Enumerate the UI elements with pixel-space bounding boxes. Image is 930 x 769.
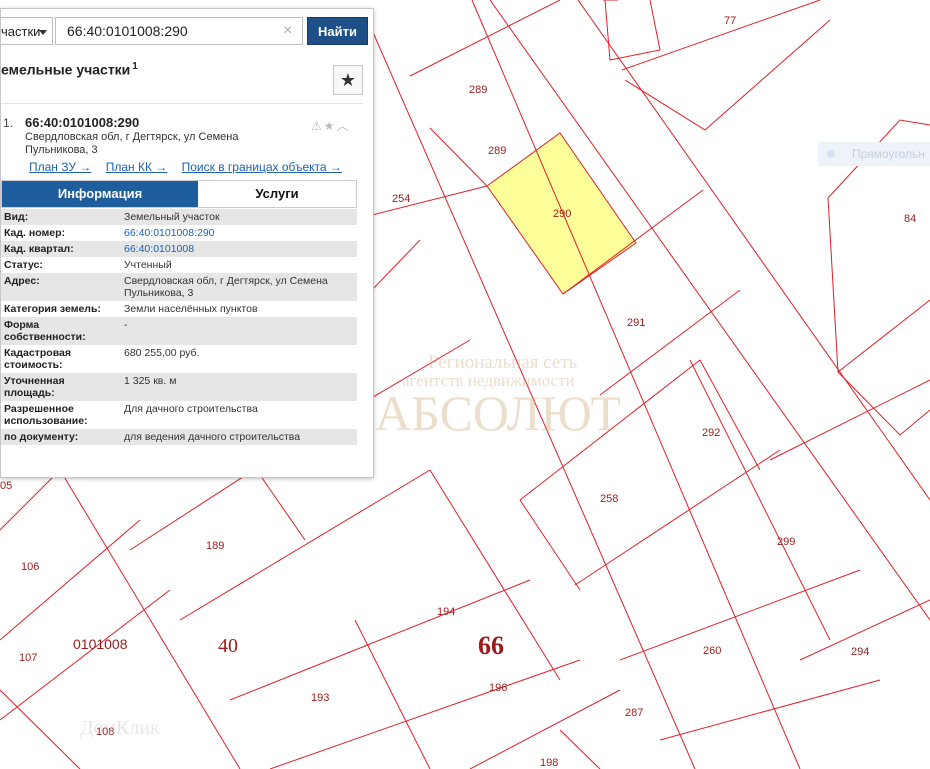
- info-row: Кад. номер: 66:40:0101008:290: [1, 225, 357, 241]
- plot-label-196: 196: [489, 682, 507, 694]
- info-row: Адрес: Свердловская обл, г Дегтярск, ул С…: [1, 273, 357, 301]
- category-select[interactable]: частки: [1, 17, 53, 45]
- info-row: Кадастровая стоимость: 680 255,00 руб.: [1, 345, 357, 373]
- quarter-label: 0101008: [73, 636, 128, 652]
- plot-label-294: 294: [851, 646, 869, 658]
- info-row: по документу: для ведения дачного строите…: [1, 429, 357, 445]
- results-title-text: емельные участки: [1, 61, 131, 78]
- watermark-line1: Региональная сеть: [428, 352, 578, 373]
- plot-label-198: 198: [540, 757, 558, 769]
- info-key: Форма собственности:: [1, 317, 121, 345]
- star-icon: ★: [339, 70, 357, 90]
- info-key: Адрес:: [1, 273, 121, 301]
- info-key: по документу:: [1, 429, 121, 445]
- info-key: Категория земель:: [1, 301, 121, 317]
- info-key: Кад. квартал:: [1, 241, 121, 257]
- cadastral-search-input[interactable]: [55, 17, 303, 45]
- info-key: Кад. номер:: [1, 225, 121, 241]
- tab-services[interactable]: Услуги: [198, 181, 356, 207]
- tab-information[interactable]: Информация: [2, 181, 198, 207]
- info-row: Кад. квартал: 66:40:0101008: [1, 241, 357, 257]
- plot-label-107: 107: [19, 652, 37, 664]
- info-row: Вид: Земельный участок: [1, 209, 357, 225]
- plot-label-189: 189: [206, 540, 224, 552]
- result-controls: ⚠★︿: [311, 117, 351, 134]
- plot-label-254: 254: [392, 193, 410, 205]
- plot-label-84: 84: [904, 213, 916, 225]
- info-key: Статус:: [1, 257, 121, 273]
- info-row: Форма собственности: -: [1, 317, 357, 345]
- star-outline-icon[interactable]: ★: [324, 119, 337, 133]
- favorites-button[interactable]: ★: [333, 65, 363, 95]
- plot-label-292: 292: [702, 427, 720, 439]
- plot-label-258: 258: [600, 493, 618, 505]
- info-value: Земли населённых пунктов: [121, 301, 357, 317]
- chevron-up-icon[interactable]: ︿: [337, 119, 351, 133]
- result-address: Свердловская обл, г Дегтярск, ул Семена …: [25, 131, 239, 156]
- plot-label-290: 290: [553, 208, 571, 220]
- info-value: 1 325 кв. м: [121, 373, 357, 401]
- info-tabs: Информация Услуги: [1, 180, 357, 208]
- legend-fragment: Прямоугольн: [818, 142, 930, 166]
- find-button[interactable]: Найти: [307, 17, 368, 45]
- info-value: Свердловская обл, г Дегтярск, ул Семена …: [121, 273, 357, 301]
- info-value: для ведения дачного строительства: [121, 429, 357, 445]
- search-bar: частки × Найти: [1, 17, 369, 47]
- plot-label-194: 194: [437, 606, 455, 618]
- result-index: 1.: [3, 116, 14, 130]
- plot-label-287: 287: [625, 707, 643, 719]
- plan-kk-link[interactable]: План КК →: [106, 160, 168, 174]
- result-cadastral-number[interactable]: 66:40:0101008:290: [25, 115, 139, 130]
- chevron-down-icon: [39, 30, 47, 35]
- warning-icon[interactable]: ⚠: [311, 119, 324, 133]
- plot-label-106: 106: [21, 561, 39, 573]
- legend-fragment-text: Прямоугольн: [852, 147, 925, 161]
- info-key: Вид:: [1, 209, 121, 225]
- info-value: Для дачного строительства: [121, 401, 357, 429]
- clear-icon[interactable]: ×: [283, 22, 292, 40]
- plot-label-289b: 289: [488, 145, 506, 157]
- plot-label-77: 77: [724, 15, 736, 27]
- info-key: Кадастровая стоимость:: [1, 345, 121, 373]
- info-value[interactable]: 66:40:0101008:290: [121, 225, 357, 241]
- info-value: Учтенный: [121, 257, 357, 273]
- info-row: Статус: Учтенный: [1, 257, 357, 273]
- info-key: Уточненная площадь:: [1, 373, 121, 401]
- info-row: Уточненная площадь: 1 325 кв. м: [1, 373, 357, 401]
- info-value[interactable]: 66:40:0101008: [121, 241, 357, 257]
- info-value: 680 255,00 руб.: [121, 345, 357, 373]
- info-key: Разрешенное использование:: [1, 401, 121, 429]
- plot-label-289a: 289: [469, 84, 487, 96]
- region-label: 66: [478, 631, 504, 660]
- results-count: 1: [132, 61, 138, 72]
- plan-zu-link[interactable]: План ЗУ →: [29, 160, 91, 174]
- district-label: 40: [218, 635, 238, 657]
- info-row: Разрешенное использование: Для дачного ст…: [1, 401, 357, 429]
- watermark-domclick: ДомКлик: [80, 717, 160, 739]
- info-table: Вид: Земельный участок Кад. номер: 66:40:01…: [1, 209, 357, 445]
- category-select-value: частки: [1, 24, 41, 39]
- result-links: План ЗУ → План КК → Поиск в границах объ…: [29, 160, 353, 174]
- info-value: -: [121, 317, 357, 345]
- search-panel: частки × Найти емельные участки1 ★ 1. 66…: [0, 8, 374, 478]
- info-value: Земельный участок: [121, 209, 357, 225]
- results-title: емельные участки 1: [1, 61, 138, 78]
- plot-label-193: 193: [311, 692, 329, 704]
- watermark-brand: АБСОЛЮТ: [375, 385, 621, 441]
- plot-label-260: 260: [703, 645, 721, 657]
- search-within-link[interactable]: Поиск в границах объекта →: [182, 160, 342, 174]
- plot-label-291: 291: [627, 317, 645, 329]
- plot-label-299: 299: [777, 536, 795, 548]
- plot-label-05: 05: [0, 480, 12, 492]
- info-row: Категория земель: Земли населённых пункто…: [1, 301, 357, 317]
